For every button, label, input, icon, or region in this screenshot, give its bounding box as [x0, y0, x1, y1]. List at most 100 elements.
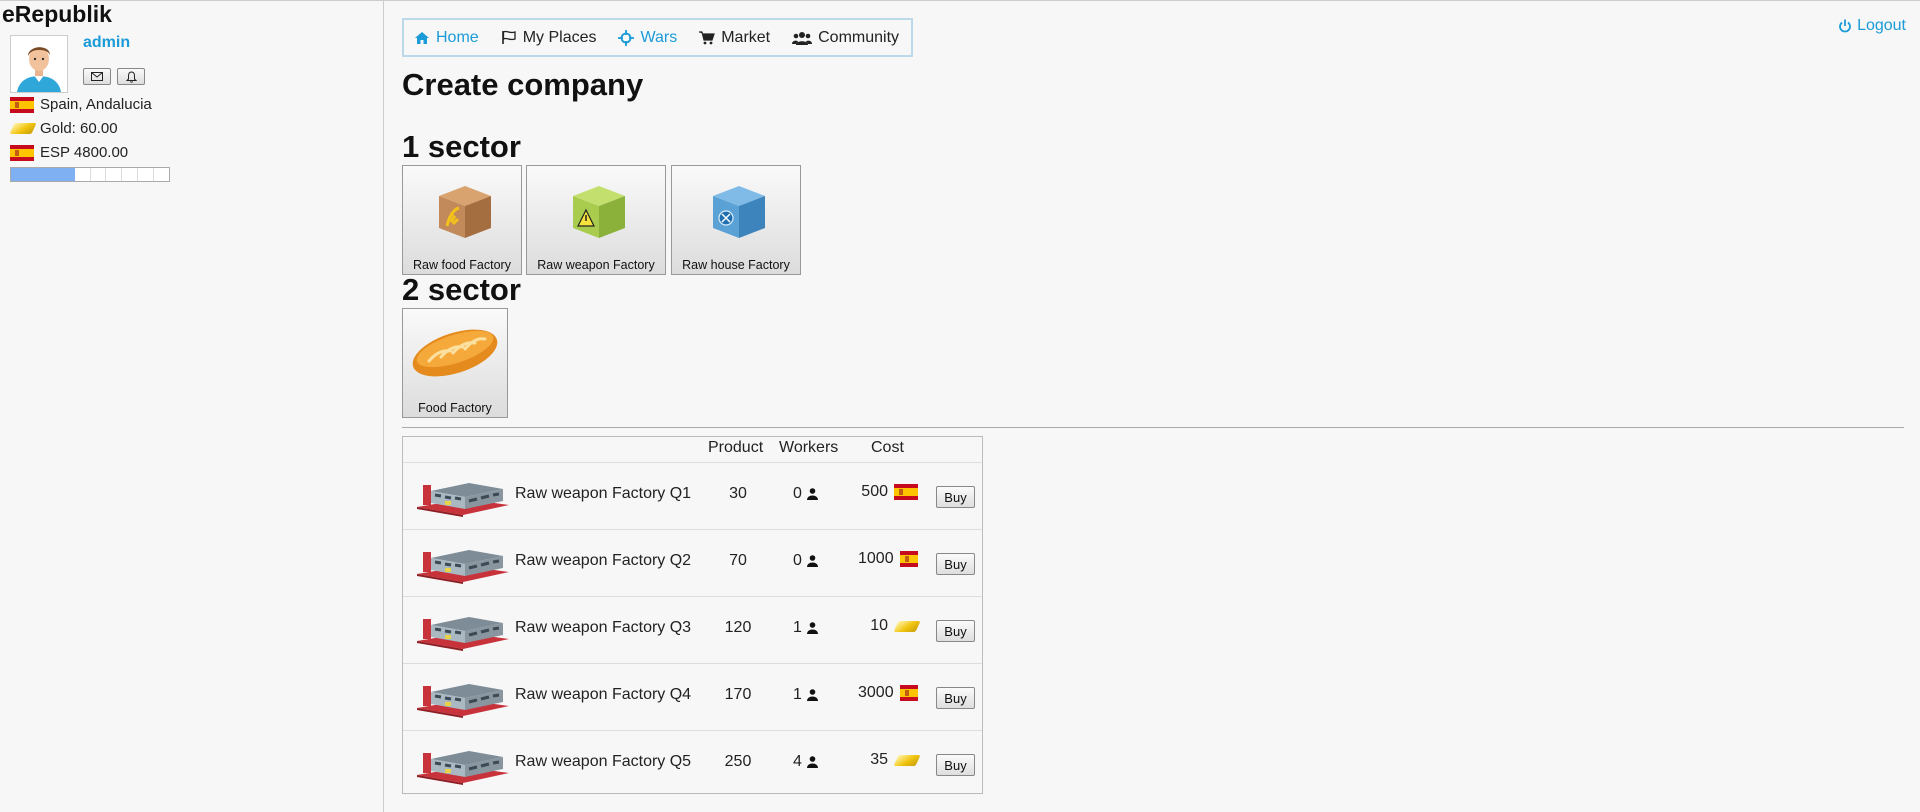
progress-segment — [138, 168, 155, 181]
cost-cell: 35 — [858, 751, 921, 769]
buy-button[interactable]: Buy — [936, 620, 975, 642]
table-row: Raw weapon Factory Q5 250 4 35 Buy — [403, 731, 982, 797]
product-value: 170 — [724, 686, 752, 703]
user-icon — [806, 488, 818, 500]
table-row: Raw weapon Factory Q1 30 0 500 Buy — [403, 463, 982, 530]
progress-segment — [42, 168, 59, 181]
factory-name: Raw weapon Factory Q1 — [515, 485, 692, 502]
workers-value: 0 — [793, 552, 802, 569]
buy-button[interactable]: Buy — [936, 754, 975, 776]
table-header: Product Workers Cost — [403, 437, 982, 463]
power-icon — [1839, 19, 1851, 33]
product-value: 250 — [724, 753, 752, 770]
user-icon — [806, 689, 818, 701]
nav-my-places[interactable]: My Places — [501, 28, 597, 47]
nav-community-label: Community — [818, 28, 900, 46]
logout-link[interactable]: Logout — [1838, 17, 1906, 35]
buy-button[interactable]: Buy — [936, 486, 975, 508]
raw-house-box-icon — [713, 186, 765, 238]
progress-segment — [58, 168, 75, 181]
tile-raw-weapon-factory[interactable]: Raw weapon Factory — [526, 165, 666, 275]
workers-value: 1 — [793, 686, 802, 703]
table-row: Raw weapon Factory Q2 70 0 1000 Buy — [403, 530, 982, 597]
esp-flag-icon — [899, 551, 918, 567]
user-icon — [806, 555, 818, 567]
cost-cell: 10 — [858, 617, 921, 635]
factory-name: Raw weapon Factory Q2 — [515, 552, 692, 569]
nav-wars-label: Wars — [640, 28, 678, 46]
location-line: Spain, Andalucia — [10, 96, 152, 113]
avatar-image — [11, 36, 67, 92]
factory-name: Raw weapon Factory Q3 — [515, 619, 692, 636]
esp-flag-icon — [899, 685, 918, 701]
factory-name: Raw weapon Factory Q4 — [515, 686, 692, 703]
spain-flag-icon — [10, 144, 34, 161]
user-icon — [806, 756, 818, 768]
notifications-button[interactable] — [117, 68, 145, 85]
tile-raw-food-factory[interactable]: Raw food Factory — [402, 165, 522, 275]
cost-cell: 1000 — [858, 550, 918, 568]
factory-name: Raw weapon Factory Q5 — [515, 753, 692, 770]
workers-cell: 0 — [793, 485, 818, 503]
product-value: 30 — [729, 485, 747, 502]
esp-flag-icon — [894, 484, 918, 500]
cost-cell: 500 — [858, 483, 918, 501]
raw-food-box-icon — [439, 186, 491, 238]
tile-label: Raw house Factory — [682, 258, 790, 272]
nav-market-label: Market — [721, 28, 771, 46]
workers-value: 1 — [793, 619, 802, 636]
cost-cell: 3000 — [858, 684, 918, 702]
sidebar: eRepublik admin Spain, Andalucia Gold: 6… — [0, 1, 384, 812]
cost-value: 10 — [870, 617, 888, 634]
table-row: Raw weapon Factory Q3 120 1 10 Buy — [403, 597, 982, 664]
progress-segment — [122, 168, 139, 181]
workers-cell: 0 — [793, 552, 818, 570]
product-value: 70 — [729, 552, 747, 569]
header-cost: Cost — [871, 439, 904, 456]
factory-table: Product Workers Cost Raw weapon Factory … — [402, 436, 983, 794]
gold-text: Gold: 60.00 — [40, 120, 118, 137]
progress-segment — [106, 168, 123, 181]
nav-my-places-label: My Places — [522, 28, 597, 46]
buy-button[interactable]: Buy — [936, 687, 975, 709]
tile-raw-house-factory[interactable]: Raw house Factory — [671, 165, 801, 275]
messages-button[interactable] — [83, 68, 111, 85]
buy-button[interactable]: Buy — [936, 553, 975, 575]
home-icon — [415, 31, 429, 44]
flag-icon — [501, 30, 516, 44]
currency-text: ESP 4800.00 — [40, 144, 129, 161]
product-value: 120 — [724, 619, 752, 636]
spain-flag-icon — [10, 96, 34, 113]
tile-label: Raw food Factory — [413, 258, 511, 272]
sector-2-title: 2 sector — [402, 272, 521, 307]
section-divider — [402, 427, 1904, 428]
progress-segment — [26, 168, 43, 181]
users-icon — [792, 31, 813, 45]
table-row: Raw weapon Factory Q4 170 1 3000 Buy — [403, 664, 982, 731]
tile-label: Food Factory — [418, 401, 492, 415]
avatar[interactable] — [10, 35, 68, 93]
username-link[interactable]: admin — [83, 34, 130, 52]
logout-label: Logout — [1857, 17, 1906, 34]
factory-building-icon — [417, 684, 509, 718]
page-title: Create company — [402, 67, 644, 102]
table-body: Raw weapon Factory Q1 30 0 500 Buy Raw w… — [403, 463, 982, 797]
currency-line: ESP 4800.00 — [10, 144, 128, 161]
progress-segment — [11, 168, 27, 181]
sector-1-title: 1 sector — [402, 129, 521, 164]
tile-food-factory[interactable]: Food Factory — [402, 308, 508, 418]
cost-value: 3000 — [858, 684, 894, 701]
raw-weapon-box-icon — [573, 186, 625, 238]
progress-segment — [91, 168, 107, 181]
nav-market[interactable]: Market — [699, 29, 770, 47]
nav-wars[interactable]: Wars — [618, 29, 677, 47]
workers-value: 0 — [793, 485, 802, 502]
main-nav: Home My Places Wars Market Community — [402, 18, 914, 57]
nav-home[interactable]: Home — [414, 29, 479, 47]
tile-label: Raw weapon Factory — [537, 258, 655, 272]
cost-value: 500 — [861, 483, 888, 500]
cart-icon — [699, 30, 716, 44]
header-workers: Workers — [779, 439, 839, 456]
bread-icon — [412, 329, 498, 377]
nav-community[interactable]: Community — [792, 29, 899, 47]
